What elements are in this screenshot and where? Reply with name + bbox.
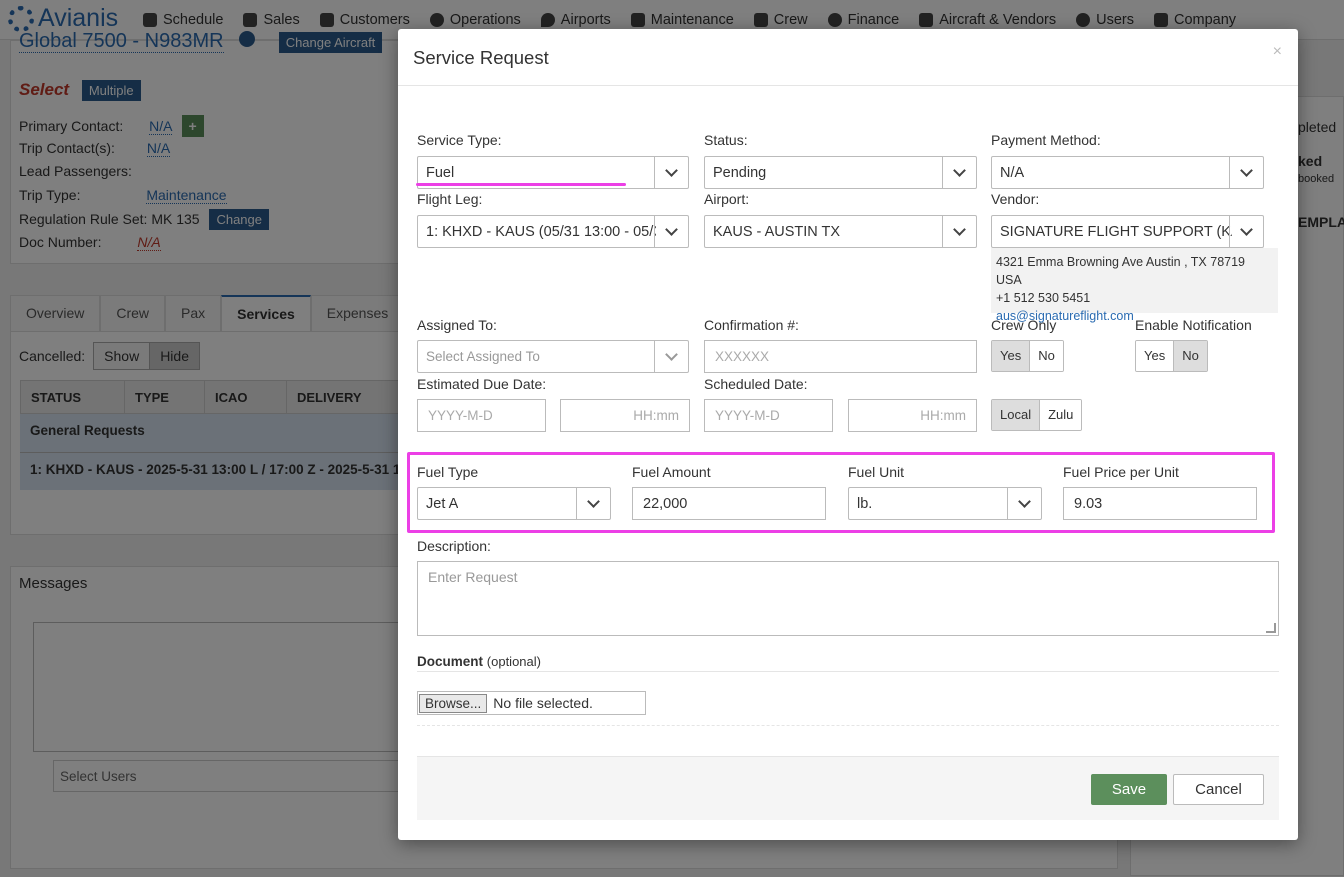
- payment-method-label: Payment Method:: [991, 132, 1101, 148]
- file-status: No file selected.: [493, 695, 593, 711]
- vendor-label: Vendor:: [991, 191, 1040, 207]
- estimated-due-date-label: Estimated Due Date:: [417, 376, 547, 392]
- modal-title: Service Request: [413, 47, 549, 68]
- fuel-amount-input[interactable]: 22,000: [632, 487, 826, 520]
- confirmation-input[interactable]: XXXXXX: [704, 340, 977, 373]
- fuel-type-label: Fuel Type: [417, 464, 479, 480]
- file-input[interactable]: Browse... No file selected.: [417, 691, 646, 715]
- estimated-due-date-input[interactable]: YYYY-M-D: [417, 399, 546, 432]
- flight-leg-select[interactable]: 1: KHXD - KAUS (05/31 13:00 - 05/3...: [417, 215, 689, 248]
- vendor-info: 4321 Emma Browning Ave Austin , TX 78719…: [991, 248, 1278, 323]
- chevron-down-icon: [665, 347, 678, 361]
- payment-method-select[interactable]: N/A: [991, 156, 1264, 189]
- chevron-down-icon: [1240, 163, 1253, 177]
- description-textarea[interactable]: Enter Request: [417, 561, 1279, 636]
- description-label: Description:: [417, 538, 491, 554]
- airport-select[interactable]: KAUS - AUSTIN TX: [704, 215, 977, 248]
- crew-only-label: Crew Only: [991, 317, 1057, 333]
- service-request-modal: Service Request × Service Type: Fuel Sta…: [398, 29, 1298, 840]
- divider: [417, 671, 1279, 672]
- timezone-zulu[interactable]: Zulu: [1039, 400, 1082, 430]
- browse-button[interactable]: Browse...: [419, 693, 488, 713]
- fuel-unit-select[interactable]: lb.: [848, 487, 1042, 520]
- chevron-down-icon: [587, 494, 600, 508]
- fuel-price-input[interactable]: 9.03: [1063, 487, 1257, 520]
- assigned-to-label: Assigned To:: [417, 317, 497, 333]
- crew-only-yes[interactable]: Yes: [992, 341, 1030, 371]
- divider: [417, 725, 1279, 726]
- chevron-down-icon: [953, 163, 966, 177]
- enable-notification-toggle: Yes No: [1135, 340, 1208, 372]
- chevron-down-icon: [1240, 222, 1253, 236]
- confirmation-label: Confirmation #:: [704, 317, 799, 333]
- flight-leg-label: Flight Leg:: [417, 191, 483, 207]
- fuel-type-select[interactable]: Jet A: [417, 487, 611, 520]
- crew-only-toggle: Yes No: [991, 340, 1064, 372]
- scheduled-date-label: Scheduled Date:: [704, 376, 808, 392]
- chevron-down-icon: [665, 163, 678, 177]
- chevron-down-icon: [953, 222, 966, 236]
- estimated-due-time-input[interactable]: HH:mm: [560, 399, 690, 432]
- service-type-label: Service Type:: [417, 132, 502, 148]
- timezone-toggle: Local Zulu: [991, 399, 1083, 431]
- fuel-amount-label: Fuel Amount: [632, 464, 711, 480]
- vendor-phone: +1 512 530 5451: [996, 291, 1091, 305]
- fuel-unit-label: Fuel Unit: [848, 464, 905, 480]
- timezone-local[interactable]: Local: [992, 400, 1040, 430]
- assigned-to-select[interactable]: Select Assigned To: [417, 340, 689, 373]
- notification-yes[interactable]: Yes: [1136, 341, 1174, 371]
- chevron-down-icon: [665, 222, 678, 236]
- cancel-button[interactable]: Cancel: [1173, 774, 1264, 805]
- vendor-select[interactable]: SIGNATURE FLIGHT SUPPORT (KAUS): [991, 215, 1264, 248]
- crew-only-no[interactable]: No: [1029, 341, 1063, 371]
- scheduled-date-input[interactable]: YYYY-M-D: [704, 399, 833, 432]
- save-button[interactable]: Save: [1091, 774, 1167, 805]
- chevron-down-icon: [1018, 494, 1031, 508]
- status-label: Status:: [704, 132, 748, 148]
- close-icon[interactable]: ×: [1273, 43, 1282, 61]
- highlight-underline: [416, 183, 626, 186]
- notification-no[interactable]: No: [1173, 341, 1207, 371]
- fuel-price-label: Fuel Price per Unit: [1063, 464, 1179, 480]
- document-label: Document (optional): [417, 654, 541, 669]
- enable-notification-label: Enable Notification: [1135, 317, 1252, 333]
- resize-handle-icon[interactable]: [1266, 623, 1276, 633]
- airport-label: Airport:: [704, 191, 750, 207]
- vendor-address: 4321 Emma Browning Ave Austin , TX 78719…: [996, 255, 1245, 287]
- modal-header: Service Request ×: [398, 29, 1298, 86]
- scheduled-time-input[interactable]: HH:mm: [848, 399, 977, 432]
- status-select[interactable]: Pending: [704, 156, 977, 189]
